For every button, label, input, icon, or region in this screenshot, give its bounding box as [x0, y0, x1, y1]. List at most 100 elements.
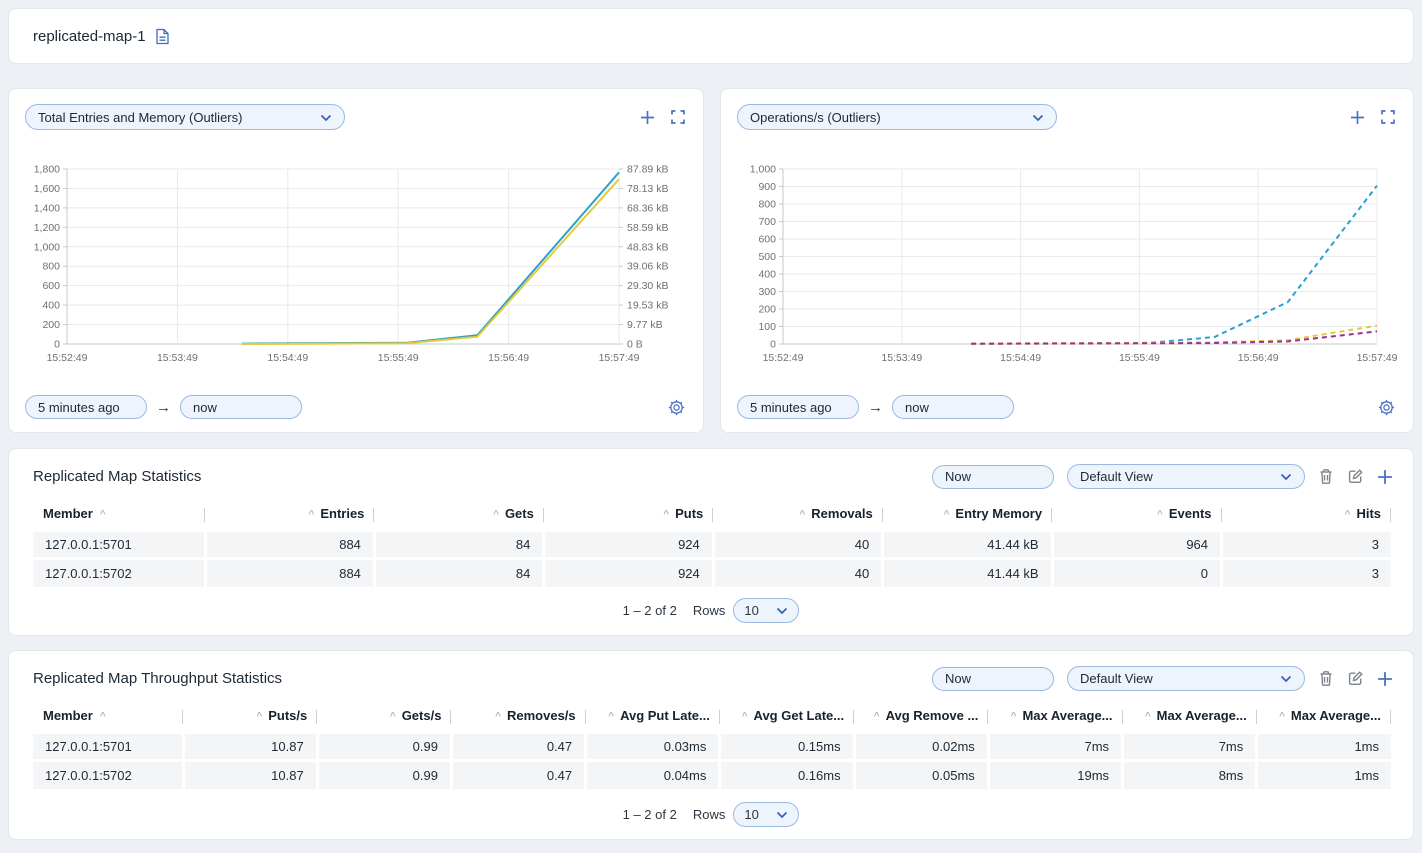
arrow-right-icon: →	[868, 400, 883, 415]
fullscreen-icon[interactable]	[671, 110, 685, 124]
column-header-member[interactable]: Member^	[33, 704, 183, 733]
chevron-down-icon	[776, 603, 788, 618]
chart-line-gets-per-s	[971, 326, 1377, 344]
column-header-removes-s[interactable]: ^Removes/s	[451, 704, 585, 733]
table-row[interactable]: 127.0.0.1:570110.870.990.470.03ms0.15ms0…	[33, 733, 1391, 761]
table-title: Replicated Map Statistics	[33, 468, 201, 485]
value-cell: 84	[374, 531, 543, 559]
value-cell: 3	[1222, 531, 1391, 559]
value-cell: 964	[1052, 531, 1221, 559]
svg-text:200: 200	[42, 319, 60, 331]
column-header-avg-remove[interactable]: ^Avg Remove ...	[854, 704, 988, 733]
view-select[interactable]: Default View	[1067, 464, 1305, 489]
sort-caret-icon: ^	[100, 509, 106, 520]
time-from-input[interactable]	[737, 395, 859, 419]
operations-chart: 01002003004005006007008009001,00015:52:4…	[737, 161, 1399, 373]
trash-icon[interactable]	[1318, 670, 1334, 687]
rows-per-page-select[interactable]: 10	[733, 802, 799, 827]
gear-icon[interactable]	[1378, 399, 1395, 416]
svg-text:700: 700	[758, 216, 776, 228]
chart-line-entries	[242, 172, 619, 343]
table-row[interactable]: 127.0.0.1:570210.870.990.470.04ms0.16ms0…	[33, 761, 1391, 789]
column-header-hits[interactable]: ^Hits	[1222, 502, 1391, 531]
column-header-puts-s[interactable]: ^Puts/s	[183, 704, 317, 733]
add-chart-icon[interactable]	[640, 110, 655, 125]
column-header-avg-put-late[interactable]: ^Avg Put Late...	[586, 704, 720, 733]
time-from-input[interactable]	[25, 395, 147, 419]
fullscreen-icon[interactable]	[1381, 110, 1395, 124]
table-title: Replicated Map Throughput Statistics	[33, 670, 282, 687]
sort-caret-icon: ^	[1145, 711, 1151, 722]
sort-caret-icon: ^	[100, 711, 106, 722]
sort-caret-icon: ^	[309, 509, 315, 520]
time-to-input[interactable]	[180, 395, 302, 419]
member-cell: 127.0.0.1:5701	[33, 531, 205, 559]
svg-text:1,400: 1,400	[34, 202, 60, 214]
member-cell: 127.0.0.1:5701	[33, 733, 183, 761]
svg-text:39.06 kB: 39.06 kB	[627, 261, 668, 273]
chart-line-puts-per-s	[971, 186, 1377, 344]
value-cell: 1ms	[1257, 761, 1391, 789]
column-header-puts[interactable]: ^Puts	[544, 502, 713, 531]
column-header-gets-s[interactable]: ^Gets/s	[317, 704, 451, 733]
svg-text:400: 400	[42, 300, 60, 312]
trash-icon[interactable]	[1318, 468, 1334, 485]
column-header-max-average[interactable]: ^Max Average...	[988, 704, 1122, 733]
svg-text:15:53:49: 15:53:49	[157, 352, 198, 364]
svg-text:1,600: 1,600	[34, 183, 60, 195]
sort-caret-icon: ^	[742, 711, 748, 722]
metric-select[interactable]: Total Entries and Memory (Outliers)	[25, 104, 345, 130]
member-cell: 127.0.0.1:5702	[33, 559, 205, 587]
svg-text:9.77 kB: 9.77 kB	[627, 319, 663, 331]
metric-select[interactable]: Operations/s (Outliers)	[737, 104, 1057, 130]
add-column-icon[interactable]	[1377, 469, 1393, 485]
value-cell: 0.03ms	[586, 733, 720, 761]
column-header-removals[interactable]: ^Removals	[713, 502, 882, 531]
svg-text:48.83 kB: 48.83 kB	[627, 241, 668, 253]
replicated-map-statistics-card: Replicated Map Statistics Default View	[8, 448, 1414, 636]
replicated-map-statistics-table: Member^^Entries^Gets^Puts^Removals^Entry…	[33, 502, 1391, 587]
column-header-events[interactable]: ^Events	[1052, 502, 1221, 531]
member-cell: 127.0.0.1:5702	[33, 761, 183, 789]
svg-text:400: 400	[758, 269, 776, 281]
svg-text:19.53 kB: 19.53 kB	[627, 300, 668, 312]
column-header-gets[interactable]: ^Gets	[374, 502, 543, 531]
gear-icon[interactable]	[668, 399, 685, 416]
svg-text:600: 600	[758, 234, 776, 246]
rows-per-page-select[interactable]: 10	[733, 598, 799, 623]
table-time-input[interactable]	[932, 465, 1054, 489]
svg-text:600: 600	[42, 280, 60, 292]
value-cell: 0.15ms	[720, 733, 854, 761]
chevron-down-icon	[320, 110, 332, 125]
column-header-member[interactable]: Member^	[33, 502, 205, 531]
column-header-max-average[interactable]: ^Max Average...	[1123, 704, 1257, 733]
sort-caret-icon: ^	[608, 711, 614, 722]
sort-caret-icon: ^	[1157, 509, 1163, 520]
column-header-max-average[interactable]: ^Max Average...	[1257, 704, 1391, 733]
add-chart-icon[interactable]	[1350, 110, 1365, 125]
chart-line-memory	[242, 179, 619, 344]
rows-label: Rows	[693, 807, 726, 822]
svg-text:15:52:49: 15:52:49	[763, 352, 804, 364]
column-header-entry-memory[interactable]: ^Entry Memory	[883, 502, 1052, 531]
table-row[interactable]: 127.0.0.1:5702884849244041.44 kB03	[33, 559, 1391, 587]
time-to-input[interactable]	[892, 395, 1014, 419]
document-icon[interactable]	[155, 28, 170, 45]
entries-memory-chart: 02004006008001,0001,2001,4001,6001,80015…	[25, 161, 689, 373]
edit-icon[interactable]	[1347, 670, 1364, 687]
svg-text:58.59 kB: 58.59 kB	[627, 222, 668, 234]
table-time-input[interactable]	[932, 667, 1054, 691]
value-cell: 0.99	[317, 761, 451, 789]
svg-text:15:57:49: 15:57:49	[599, 352, 640, 364]
column-header-entries[interactable]: ^Entries	[205, 502, 374, 531]
svg-text:87.89 kB: 87.89 kB	[627, 164, 668, 176]
sort-caret-icon: ^	[1011, 711, 1017, 722]
view-select[interactable]: Default View	[1067, 666, 1305, 691]
value-cell: 41.44 kB	[883, 559, 1052, 587]
add-column-icon[interactable]	[1377, 671, 1393, 687]
sort-caret-icon: ^	[874, 711, 880, 722]
column-header-avg-get-late[interactable]: ^Avg Get Late...	[720, 704, 854, 733]
arrow-right-icon: →	[156, 400, 171, 415]
edit-icon[interactable]	[1347, 468, 1364, 485]
table-row[interactable]: 127.0.0.1:5701884849244041.44 kB9643	[33, 531, 1391, 559]
